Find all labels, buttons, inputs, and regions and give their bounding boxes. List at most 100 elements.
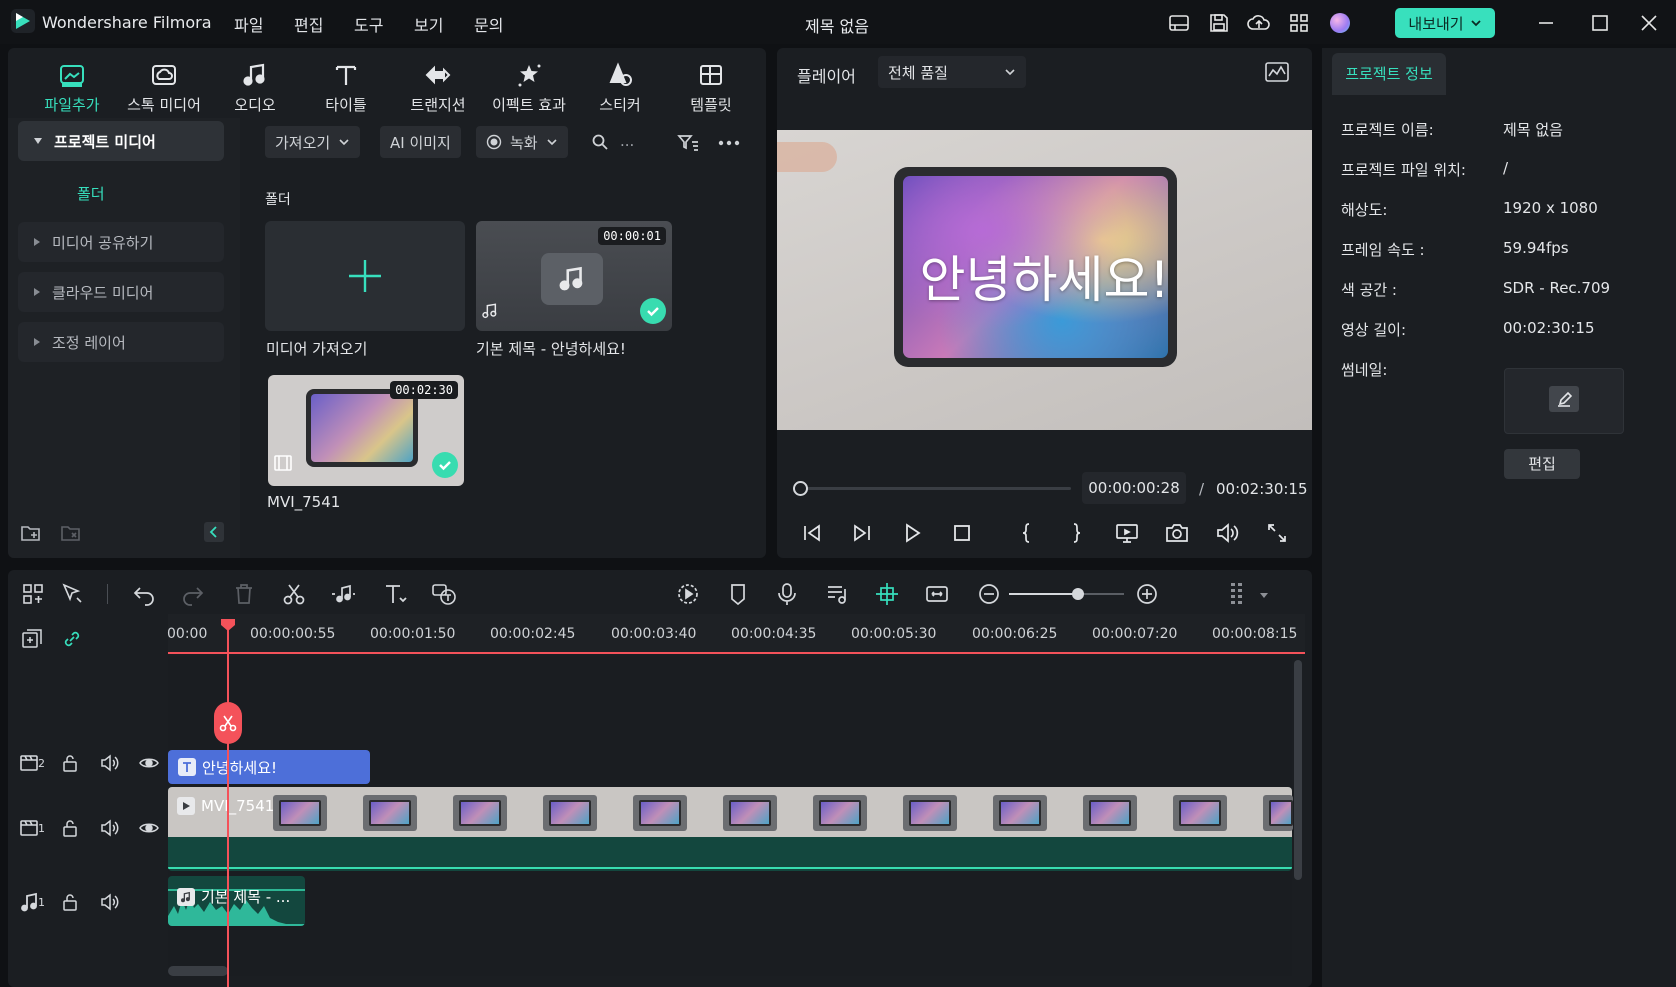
play-icon[interactable] — [899, 520, 925, 546]
snapshot-camera-icon[interactable] — [1164, 520, 1190, 546]
filter-icon[interactable] — [676, 131, 700, 155]
snap-magnet-icon[interactable] — [873, 580, 901, 608]
ruler-tick-label: 00:00:08:15 — [1212, 626, 1298, 642]
apps-grid-icon[interactable] — [1286, 10, 1312, 36]
zoom-slider-track[interactable] — [1009, 593, 1124, 595]
tab-templates[interactable]: 템플릿 — [666, 60, 756, 115]
menu-edit[interactable]: 편집 — [294, 12, 323, 36]
export-button[interactable]: 내보내기 — [1395, 8, 1495, 38]
next-frame-icon[interactable] — [849, 520, 875, 546]
zoom-out-icon[interactable] — [975, 580, 1003, 608]
search-icon[interactable] — [591, 133, 609, 151]
sidebar-item-adjustment-layer[interactable]: 조정 레이어 — [18, 322, 224, 362]
tab-audio[interactable]: 오디오 — [210, 60, 300, 115]
zoom-in-icon[interactable] — [1133, 580, 1161, 608]
tab-media[interactable]: 파일추가 — [27, 60, 117, 115]
new-folder-icon[interactable] — [20, 522, 42, 544]
import-dropdown[interactable]: 가져오기 — [265, 126, 361, 158]
stop-icon[interactable] — [949, 520, 975, 546]
menu-file[interactable]: 파일 — [234, 12, 263, 36]
vertical-scrollbar[interactable] — [1294, 660, 1302, 880]
undo-icon[interactable] — [130, 580, 158, 608]
import-media-card[interactable] — [265, 221, 465, 331]
fullscreen-icon[interactable] — [1264, 520, 1290, 546]
sidebar-item-project-media[interactable]: 프로젝트 미디어 — [18, 121, 224, 161]
collapse-sidebar-button[interactable] — [204, 522, 224, 542]
record-dropdown[interactable]: 녹화 — [476, 126, 568, 158]
playhead-handle[interactable] — [220, 618, 236, 632]
volume-icon[interactable] — [99, 891, 121, 913]
eye-icon[interactable] — [138, 817, 160, 839]
microphone-icon[interactable] — [773, 580, 801, 608]
close-icon[interactable] — [1636, 10, 1662, 36]
audio-edit-icon[interactable] — [329, 580, 357, 608]
link-icon[interactable] — [61, 628, 83, 650]
split-scissors-button[interactable] — [214, 702, 242, 744]
menu-help[interactable]: 문의 — [474, 12, 503, 36]
sidebar-item-shared-media[interactable]: 미디어 공유하기 — [18, 222, 224, 262]
horizontal-scrollbar[interactable] — [168, 966, 228, 976]
lock-icon[interactable] — [59, 891, 81, 913]
tab-stickers[interactable]: 스티커 — [575, 60, 665, 115]
menu-tools[interactable]: 도구 — [354, 12, 383, 36]
sidebar-item-folder[interactable]: 폴더 — [77, 183, 105, 204]
more-options-icon[interactable] — [716, 131, 742, 155]
media-item[interactable]: 00:00:01 — [476, 221, 672, 331]
select-arrow-icon[interactable] — [58, 580, 86, 608]
render-preview-icon[interactable] — [674, 580, 702, 608]
tab-stock-media[interactable]: 스톡 미디어 — [119, 60, 209, 115]
avatar[interactable] — [1330, 13, 1350, 33]
ai-image-button[interactable]: AI 이미지 — [380, 126, 461, 158]
layout-grid-icon[interactable] — [19, 580, 47, 608]
layout-icon[interactable] — [1166, 10, 1192, 36]
previous-frame-icon[interactable] — [799, 520, 825, 546]
marker-icon[interactable] — [724, 580, 752, 608]
title-clip[interactable]: 안녕하세요! — [168, 750, 370, 784]
mark-out-icon[interactable] — [1064, 520, 1090, 546]
progress-handle[interactable] — [793, 481, 808, 496]
edit-thumbnail-button[interactable]: 편집 — [1504, 449, 1580, 479]
tab-label: 타이틀 — [325, 96, 367, 114]
display-icon[interactable] — [1114, 520, 1140, 546]
media-item[interactable]: 00:02:30 — [268, 375, 464, 486]
volume-icon[interactable] — [99, 752, 121, 774]
playhead-line[interactable] — [227, 626, 229, 987]
zoom-slider-handle[interactable] — [1072, 588, 1084, 600]
redo-icon[interactable] — [179, 580, 207, 608]
scopes-icon[interactable] — [1264, 60, 1290, 84]
clip-frame — [813, 795, 867, 831]
tab-titles[interactable]: 타이틀 — [301, 60, 391, 115]
save-icon[interactable] — [1206, 10, 1232, 36]
eye-icon[interactable] — [138, 752, 160, 774]
search-input[interactable]: ... — [620, 132, 660, 150]
fit-to-timeline-icon[interactable] — [923, 580, 951, 608]
cloud-upload-icon[interactable] — [1246, 10, 1272, 36]
thumbnail-box[interactable] — [1504, 368, 1624, 434]
minimize-icon[interactable] — [1533, 10, 1559, 36]
quality-dropdown[interactable]: 전체 품질 — [878, 56, 1026, 88]
clip-label: MVI_7541 — [201, 797, 275, 815]
audio-mix-icon[interactable] — [823, 580, 851, 608]
mark-in-icon[interactable] — [1013, 520, 1039, 546]
tab-project-info[interactable]: 프로젝트 정보 — [1332, 53, 1446, 95]
delete-folder-icon[interactable] — [60, 522, 82, 544]
add-track-icon[interactable] — [21, 628, 43, 650]
more-settings-icon[interactable] — [1223, 580, 1251, 608]
scissors-icon[interactable] — [280, 580, 308, 608]
maximize-icon[interactable] — [1587, 10, 1613, 36]
sidebar-item-cloud-media[interactable]: 클라우드 미디어 — [18, 272, 224, 312]
speech-to-text-icon[interactable] — [430, 580, 458, 608]
chevron-down-icon[interactable] — [1258, 590, 1270, 600]
progress-track[interactable] — [800, 487, 1071, 490]
text-tool-icon[interactable] — [381, 580, 409, 608]
volume-icon[interactable] — [1214, 520, 1240, 546]
lock-icon[interactable] — [59, 752, 81, 774]
video-preview[interactable]: 안녕하세요! — [777, 130, 1312, 430]
menu-view[interactable]: 보기 — [414, 12, 443, 36]
tab-transitions[interactable]: 트랜지션 — [393, 60, 483, 115]
tab-effects[interactable]: 이펙트 효과 — [484, 60, 574, 115]
volume-icon[interactable] — [99, 817, 121, 839]
delete-icon[interactable] — [230, 580, 258, 608]
lock-icon[interactable] — [59, 817, 81, 839]
zoom-slider-fill — [1009, 593, 1078, 595]
